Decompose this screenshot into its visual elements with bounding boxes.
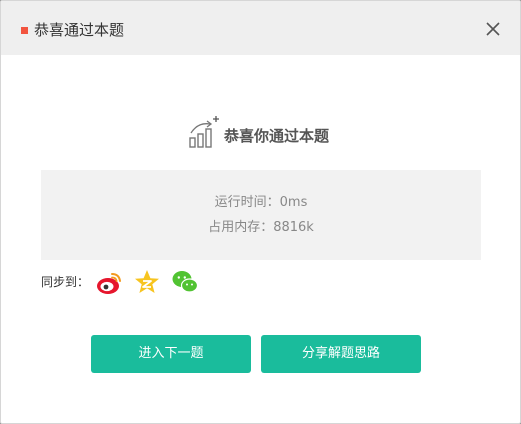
title-marker — [21, 27, 28, 34]
memory-text: 占用内存：8816k — [208, 220, 314, 235]
result-stats: 运行时间：0ms 占用内存：8816k — [41, 170, 481, 260]
share-label: 同步到： — [41, 275, 90, 289]
dialog-header: 恭喜通过本题 — [1, 1, 520, 55]
dialog-title: 恭喜通过本题 — [34, 21, 125, 39]
headline-text: 恭喜你通过本题 — [224, 127, 330, 145]
success-headline: 恭喜你通过本题 — [188, 115, 329, 149]
next-problem-button[interactable]: 进入下一题 — [91, 335, 251, 373]
runtime-text: 运行时间：0ms — [214, 195, 308, 210]
share-bar: 同步到： — [41, 267, 209, 297]
qzone-icon[interactable] — [133, 268, 161, 296]
success-dialog: 恭喜通过本题 恭喜你通过本题 运行时间：0ms 占用内存：8816k 同步到： — [0, 0, 521, 424]
trophy-chart-icon — [189, 116, 219, 148]
weibo-icon[interactable] — [95, 268, 123, 296]
wechat-icon[interactable] — [171, 268, 199, 296]
close-icon[interactable] — [485, 21, 501, 37]
share-solution-button[interactable]: 分享解题思路 — [261, 335, 421, 373]
